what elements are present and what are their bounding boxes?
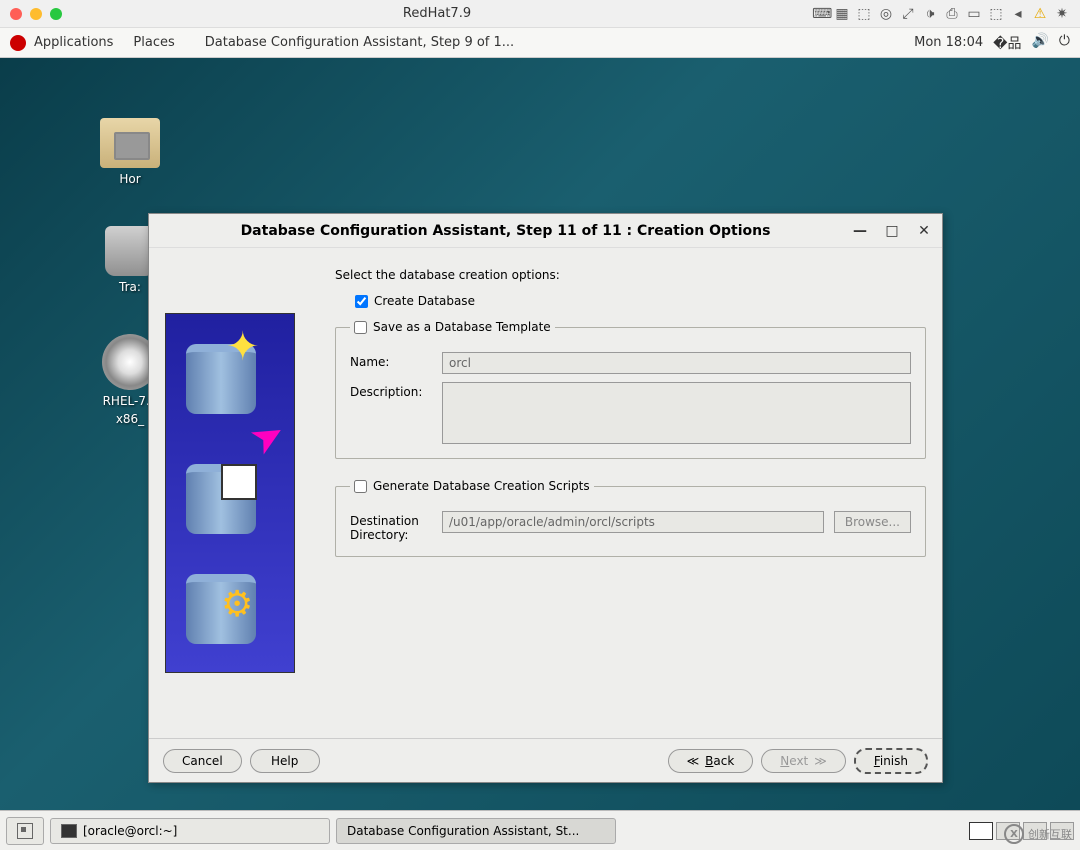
template-desc-label: Description: bbox=[350, 382, 432, 399]
desktop-home-icon[interactable]: Hor bbox=[100, 118, 160, 186]
folder-icon bbox=[100, 118, 160, 168]
generate-scripts-legend: Generate Database Creation Scripts bbox=[373, 479, 590, 493]
minimize-icon[interactable] bbox=[30, 8, 42, 20]
window-maximize-button[interactable]: □ bbox=[884, 223, 900, 239]
next-button: Next ≫ bbox=[761, 749, 846, 773]
taskbar-terminal-button[interactable]: [oracle@orcl:~] bbox=[50, 818, 330, 844]
desktop: Hor Tra: RHEL-7.9 x86_ Database Configur… bbox=[0, 58, 1080, 810]
generate-scripts-checkbox[interactable] bbox=[354, 480, 367, 493]
trash-label: Tra: bbox=[119, 280, 141, 294]
dialog-footer: Cancel Help ≪ Back Next ≫ Finish bbox=[149, 738, 942, 782]
gear-icon[interactable]: ✷ bbox=[1054, 6, 1070, 22]
help-button[interactable]: Help bbox=[250, 749, 320, 773]
traffic-lights bbox=[10, 8, 62, 20]
dbca-task-label: Database Configuration Assistant, St... bbox=[347, 824, 579, 838]
wizard-illustration: ✦ ➤ ⚙ bbox=[165, 313, 295, 673]
warning-icon[interactable]: ⚠ bbox=[1032, 6, 1048, 22]
places-menu[interactable]: Places bbox=[133, 35, 174, 50]
home-label: Hor bbox=[119, 172, 140, 186]
browse-button[interactable]: Browse... bbox=[834, 511, 911, 533]
template-desc-textarea[interactable] bbox=[442, 382, 911, 444]
taskbar-dbca-button[interactable]: Database Configuration Assistant, St... bbox=[336, 818, 616, 844]
workspace-switcher-button[interactable] bbox=[6, 817, 44, 845]
usb-icon[interactable]: ⬚ bbox=[856, 6, 872, 22]
camera-icon[interactable]: ⬚ bbox=[988, 6, 1004, 22]
maximize-icon[interactable] bbox=[50, 8, 62, 20]
chip-icon[interactable]: ▦ bbox=[834, 6, 850, 22]
vm-title: RedHat7.9 bbox=[62, 6, 812, 21]
applications-menu[interactable]: Applications bbox=[34, 35, 113, 50]
cancel-button[interactable]: Cancel bbox=[163, 749, 242, 773]
dest-dir-label: Destination Directory: bbox=[350, 511, 432, 542]
redhat-icon[interactable] bbox=[10, 35, 26, 51]
caret-left-icon[interactable]: ◂ bbox=[1010, 6, 1026, 22]
window-minimize-button[interactable]: — bbox=[852, 223, 868, 239]
dialog-titlebar[interactable]: Database Configuration Assistant, Step 1… bbox=[149, 214, 942, 248]
bottom-taskbar: [oracle@orcl:~] Database Configuration A… bbox=[0, 810, 1080, 850]
disc-label-2: x86_ bbox=[116, 412, 144, 426]
disk-icon[interactable]: ◎ bbox=[878, 6, 894, 22]
network-icon[interactable]: ⤢ bbox=[900, 6, 916, 22]
window-close-button[interactable]: ✕ bbox=[916, 223, 932, 239]
dbca-dialog: Database Configuration Assistant, Step 1… bbox=[148, 213, 943, 783]
create-database-checkbox[interactable] bbox=[355, 295, 368, 308]
finish-button[interactable]: Finish bbox=[854, 748, 928, 774]
volume-tray-icon[interactable]: 🔊 bbox=[1031, 33, 1048, 53]
watermark-text: 创新互联 bbox=[1028, 826, 1072, 842]
display-icon[interactable]: ▭ bbox=[966, 6, 982, 22]
chevron-left-icon: ≪ bbox=[687, 754, 700, 768]
printer-icon[interactable]: ⎙ bbox=[944, 6, 960, 22]
save-template-fieldset: Save as a Database Template Name: Descri… bbox=[335, 320, 926, 459]
active-window-title[interactable]: Database Configuration Assistant, Step 9… bbox=[205, 35, 514, 50]
template-name-label: Name: bbox=[350, 352, 432, 369]
vm-host-titlebar: RedHat7.9 ⌨ ▦ ⬚ ◎ ⤢ 🕩 ⎙ ▭ ⬚ ◂ ⚠ ✷ bbox=[0, 0, 1080, 28]
terminal-label: [oracle@orcl:~] bbox=[83, 824, 177, 838]
keyboard-icon[interactable]: ⌨ bbox=[812, 6, 828, 22]
star-icon: ✦ bbox=[226, 324, 260, 370]
sound-icon[interactable]: 🕩 bbox=[922, 6, 938, 22]
vm-toolbar-icons: ⌨ ▦ ⬚ ◎ ⤢ 🕩 ⎙ ▭ ⬚ ◂ ⚠ ✷ bbox=[812, 6, 1070, 22]
dest-dir-input[interactable] bbox=[442, 511, 824, 533]
clock[interactable]: Mon 18:04 bbox=[914, 35, 983, 50]
chevron-right-icon: ≫ bbox=[814, 754, 827, 768]
create-database-label: Create Database bbox=[374, 294, 475, 308]
arrow-icon: ➤ bbox=[242, 409, 294, 466]
close-icon[interactable] bbox=[10, 8, 22, 20]
dialog-title-text: Database Configuration Assistant, Step 1… bbox=[159, 223, 852, 239]
floppy-icon bbox=[221, 464, 257, 500]
save-template-legend: Save as a Database Template bbox=[373, 320, 551, 334]
generate-scripts-fieldset: Generate Database Creation Scripts Desti… bbox=[335, 479, 926, 557]
save-template-checkbox[interactable] bbox=[354, 321, 367, 334]
power-tray-icon[interactable]: ⏻ bbox=[1059, 33, 1070, 53]
back-label: Back bbox=[705, 754, 734, 768]
next-label: Next bbox=[780, 754, 808, 768]
watermark-logo-icon: X bbox=[1004, 824, 1024, 844]
back-button[interactable]: ≪ Back bbox=[668, 749, 754, 773]
watermark: X 创新互联 bbox=[1004, 824, 1072, 844]
prompt-text: Select the database creation options: bbox=[335, 268, 926, 282]
template-name-input[interactable] bbox=[442, 352, 911, 374]
workspace-1[interactable] bbox=[969, 822, 993, 840]
gears-icon: ⚙ bbox=[221, 584, 253, 625]
terminal-icon bbox=[61, 824, 77, 838]
gnome-top-bar: Applications Places Database Configurati… bbox=[0, 28, 1080, 58]
network-tray-icon[interactable]: �品 bbox=[993, 33, 1021, 53]
workspace-icon bbox=[17, 823, 33, 839]
